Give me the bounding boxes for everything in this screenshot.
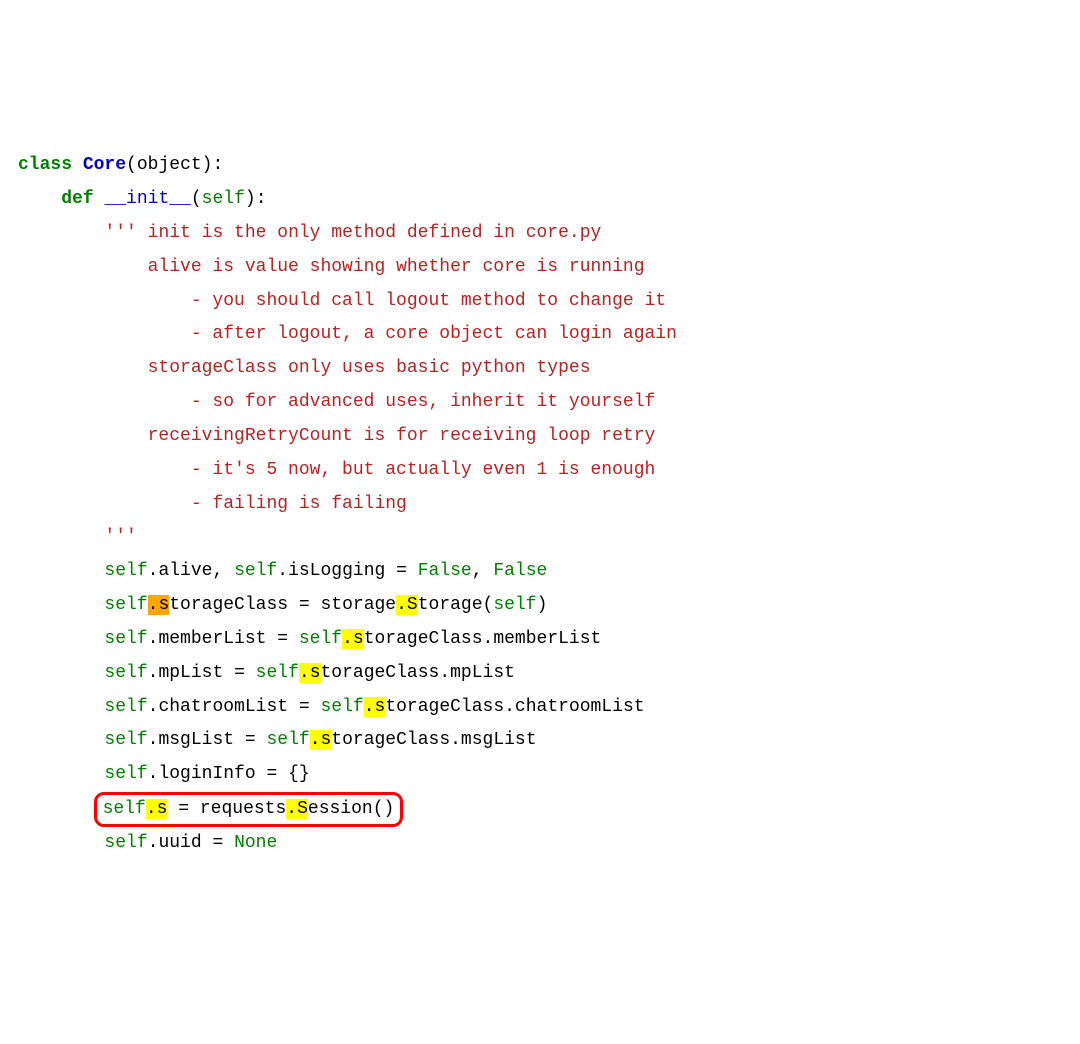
highlight-yellow: .s — [342, 629, 364, 649]
keyword-def: def — [61, 189, 93, 209]
none-literal: None — [234, 833, 277, 853]
eq: = — [212, 833, 234, 853]
docstring-line: init is the only method defined in core.… — [148, 223, 602, 243]
colon: : — [256, 189, 267, 209]
docstring-line: receivingRetryCount is for receiving loo… — [148, 426, 656, 446]
self: self — [320, 697, 363, 717]
paren: ( — [126, 155, 137, 175]
attr: .uuid — [148, 833, 213, 853]
bool-false: False — [493, 561, 547, 581]
self-param: self — [202, 189, 245, 209]
eq: = — [277, 629, 299, 649]
attr: torageClass.msgList — [331, 730, 536, 750]
colon: : — [212, 155, 223, 175]
highlight-yellow: .S — [396, 595, 418, 615]
self: self — [256, 663, 299, 683]
paren: ) — [245, 189, 256, 209]
docstring-line: - you should call logout method to chang… — [191, 291, 666, 311]
comma: , — [472, 561, 494, 581]
class-name: Core — [83, 155, 126, 175]
docstring-line: - after logout, a core object can login … — [191, 324, 677, 344]
self: self — [299, 629, 342, 649]
docstring-line: - failing is failing — [191, 494, 407, 514]
highlight-yellow: .s — [299, 663, 321, 683]
function-name: __init__ — [104, 189, 190, 209]
paren: ) — [202, 155, 213, 175]
self: self — [104, 663, 147, 683]
eq: = — [299, 697, 321, 717]
attr: .memberList — [148, 629, 278, 649]
self: self — [104, 561, 147, 581]
eq: = — [396, 561, 418, 581]
docstring-line: alive is value showing whether core is r… — [148, 257, 645, 277]
highlight-yellow: .s — [146, 799, 168, 819]
builtin-object: object — [137, 155, 202, 175]
eq-req: = requests — [167, 799, 286, 819]
self: self — [104, 833, 147, 853]
docstring-open: ''' — [104, 223, 147, 243]
attr: .loginInfo = {} — [148, 764, 310, 784]
highlight-orange: .s — [148, 595, 170, 615]
eq: = — [234, 663, 256, 683]
self: self — [104, 629, 147, 649]
highlight-yellow: .s — [310, 730, 332, 750]
attr: torageClass.mpList — [321, 663, 515, 683]
call: torage( — [418, 595, 494, 615]
self: self — [104, 730, 147, 750]
attr: torageClass.memberList — [364, 629, 602, 649]
highlight-yellow: .s — [364, 697, 386, 717]
docstring-line: - it's 5 now, but actually even 1 is eno… — [191, 460, 655, 480]
attr: .mpList — [148, 663, 234, 683]
docstring-close: ''' — [104, 527, 136, 547]
attr: .msgList — [148, 730, 245, 750]
paren: ) — [537, 595, 548, 615]
self: self — [104, 595, 147, 615]
mod: storage — [320, 595, 396, 615]
attr: .chatroomList — [148, 697, 299, 717]
call: ession() — [308, 799, 394, 819]
attr: .alive, — [148, 561, 234, 581]
docstring-line: storageClass only uses basic python type… — [148, 358, 591, 378]
bool-false: False — [418, 561, 472, 581]
docstring-line: - so for advanced uses, inherit it yours… — [191, 392, 655, 412]
eq: = — [245, 730, 267, 750]
self: self — [103, 799, 146, 819]
highlight-yellow: .S — [286, 799, 308, 819]
keyword-class: class — [18, 155, 72, 175]
highlighted-box: self.s = requests.Session() — [94, 792, 404, 827]
self: self — [104, 697, 147, 717]
self: self — [493, 595, 536, 615]
attr: torageClass — [169, 595, 299, 615]
paren: ( — [191, 189, 202, 209]
attr: .isLogging — [277, 561, 396, 581]
self: self — [266, 730, 309, 750]
self: self — [234, 561, 277, 581]
self: self — [104, 764, 147, 784]
code-block: class Core(object): def __init__(self): … — [18, 149, 1062, 860]
attr: torageClass.chatroomList — [385, 697, 644, 717]
eq: = — [299, 595, 321, 615]
